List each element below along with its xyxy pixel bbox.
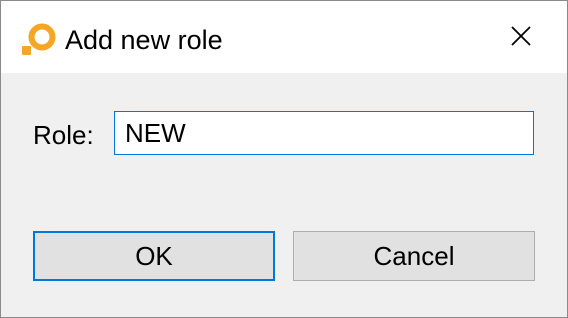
close-icon: [511, 25, 531, 51]
role-input[interactable]: [114, 111, 534, 155]
add-role-dialog: Add new role Role: OK Cancel: [0, 0, 568, 318]
role-label: Role:: [33, 120, 94, 150]
close-button[interactable]: [495, 15, 547, 61]
title-bar: Add new role: [1, 1, 567, 73]
dialog-title: Add new role: [65, 25, 223, 55]
cancel-button[interactable]: Cancel: [293, 231, 535, 281]
ok-button[interactable]: OK: [33, 231, 275, 281]
app-ring-icon: [19, 21, 59, 59]
